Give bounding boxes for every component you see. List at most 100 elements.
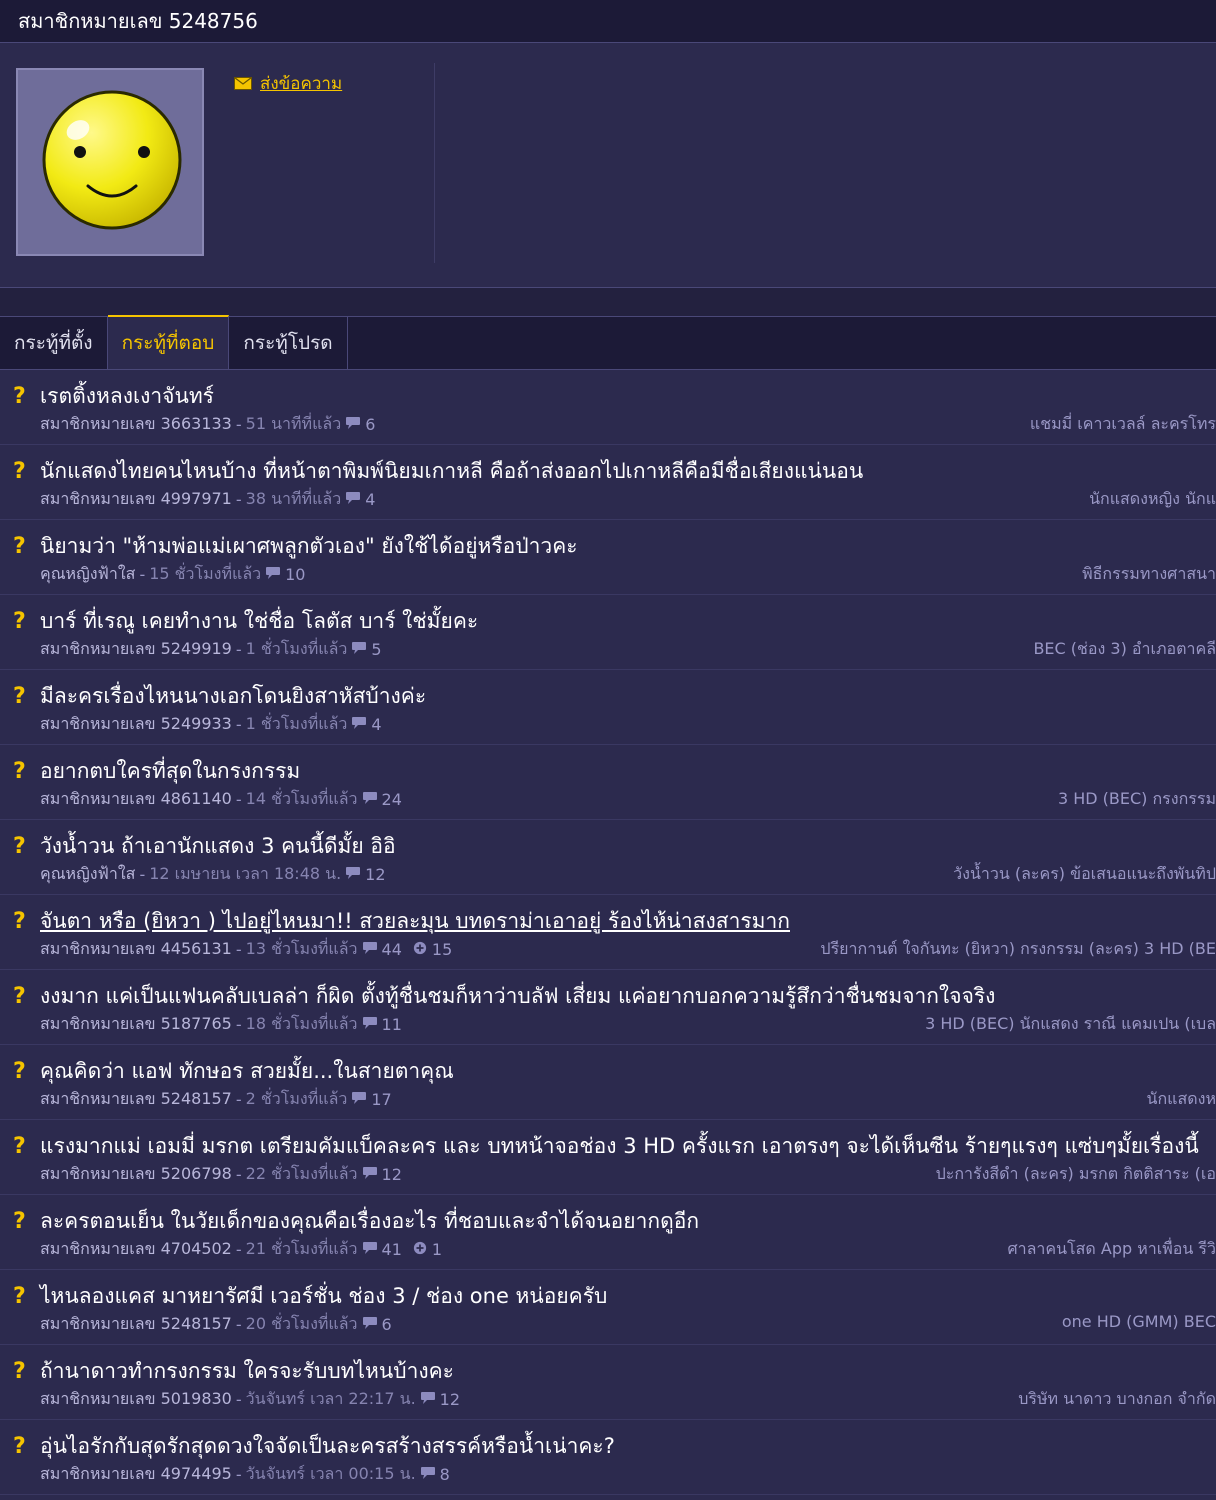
topic-tags[interactable]: 3 HD (BEC) กรงกรรม <box>1058 787 1216 812</box>
comment-count: 12 <box>365 865 386 884</box>
tab-created-topics[interactable]: กระทู้ที่ตั้ง <box>0 317 108 369</box>
topic-author[interactable]: สมาชิกหมายเลข 4974495 <box>40 1462 232 1487</box>
topic-row[interactable]: ? คุณคิดว่า แอฟ ทักษอร สวยมั้ย...ในสายตาค… <box>0 1045 1216 1120</box>
topic-meta: คุณหญิงฟ้าใส -12 เมษายน เวลา 18:48 น. 12 <box>40 862 386 887</box>
topic-author[interactable]: สมาชิกหมายเลข 4704502 <box>40 1237 232 1262</box>
topic-tags[interactable]: 3 HD (BEC) นักแสดง ราณี แคมเปน (เบล <box>925 1012 1216 1037</box>
topic-row[interactable]: ? มีละครเรื่องไหนนางเอกโดนยิงสาหัสบ้างค่ะ… <box>0 670 1216 745</box>
topic-tags[interactable]: ศาลาคนโสด App หาเพื่อน รีวิ <box>1007 1237 1216 1262</box>
topic-author[interactable]: สมาชิกหมายเลข 5248157 <box>40 1312 232 1337</box>
topic-row[interactable]: ? งงมาก แค่เป็นแฟนคลับเบลล่า ก็ผิด ตั้งทู… <box>0 970 1216 1045</box>
topic-row[interactable]: ? อยากตบใครที่สุดในกรงกรรม สมาชิกหมายเลข 4… <box>0 745 1216 820</box>
topic-title[interactable]: นักแสดงไทยคนไหนบ้าง ที่หน้าตาพิมพ์นิยมเก… <box>40 455 863 488</box>
topic-author[interactable]: สมาชิกหมายเลข 4997971 <box>40 487 232 512</box>
topic-author[interactable]: สมาชิกหมายเลข 3663133 <box>40 412 232 437</box>
comment-count: 6 <box>365 415 376 434</box>
topic-tags[interactable]: วังน้ำวน (ละคร) ข้อเสนอแนะถึงพันทิป <box>953 862 1216 887</box>
topic-row[interactable]: ? บาร์ ที่เรณู เคยทำงาน ใช่ชื่อ โลตัส บาร… <box>0 595 1216 670</box>
divider <box>434 63 435 263</box>
topic-author[interactable]: สมาชิกหมายเลข 5206798 <box>40 1162 232 1187</box>
meta-separator: - <box>235 715 242 734</box>
topic-time: 14 ชั่วโมงที่แล้ว <box>245 789 358 808</box>
topic-row[interactable]: ? เรตติ้งหลงเงาจันทร์ สมาชิกหมายเลข 366313… <box>0 370 1216 445</box>
topic-author[interactable]: สมาชิกหมายเลข 5249919 <box>40 637 232 662</box>
topic-author[interactable]: สมาชิกหมายเลข 5187765 <box>40 1012 232 1037</box>
topic-author[interactable]: สมาชิกหมายเลข 5019830 <box>40 1387 232 1412</box>
comment-icon <box>420 1390 436 1409</box>
comment-icon <box>345 490 361 509</box>
topic-time: 1 ชั่วโมงที่แล้ว <box>245 639 348 658</box>
topic-title[interactable]: อยากตบใครที่สุดในกรงกรรม <box>40 755 300 788</box>
comment-count: 12 <box>439 1390 461 1409</box>
topic-time: 1 ชั่วโมงที่แล้ว <box>245 714 348 733</box>
topic-title[interactable]: จันตา หรือ (ยิหวา ) ไปอยู่ไหนมา!! สวยละม… <box>40 905 790 938</box>
send-message-link[interactable]: ส่งข้อความ <box>234 70 342 97</box>
topic-tags[interactable]: BEC (ช่อง 3) อำเภอตาคลี <box>1033 637 1216 662</box>
topic-title[interactable]: อุ่นไอรักกับสุดรักสุดดวงใจจัดเป็นละครสร้… <box>40 1430 615 1463</box>
topic-meta: สมาชิกหมายเลข 4704502-21 ชั่วโมงที่แล้ว 4… <box>40 1237 442 1262</box>
topic-title[interactable]: มีละครเรื่องไหนนางเอกโดนยิงสาหัสบ้างค่ะ <box>40 680 426 713</box>
send-message-label: ส่งข้อความ <box>260 74 343 94</box>
topic-meta: สมาชิกหมายเลข 4456131-13 ชั่วโมงที่แล้ว 4… <box>40 937 452 962</box>
topic-author[interactable]: สมาชิกหมายเลข 4861140 <box>40 787 232 812</box>
topic-row[interactable]: ? ถ้านาดาวทำกรงกรรม ใครจะรับบทไหนบ้างคะ สม… <box>0 1345 1216 1420</box>
topic-title[interactable]: แรงมากแม่ เอมมี่ มรกต เตรียมคัมแบ็คละคร … <box>40 1130 1199 1163</box>
topic-title[interactable]: งงมาก แค่เป็นแฟนคลับเบลล่า ก็ผิด ตั้งทู้… <box>40 980 995 1013</box>
topic-tabs: กระทู้ที่ตั้ง กระทู้ที่ตอบ กระทู้โปรด <box>0 315 1216 370</box>
comment-icon <box>420 1465 436 1484</box>
topic-title[interactable]: คุณคิดว่า แอฟ ทักษอร สวยมั้ย...ในสายตาคุ… <box>40 1055 454 1088</box>
meta-separator: - <box>235 1315 242 1334</box>
topic-author[interactable]: คุณหญิงฟ้าใส <box>40 862 135 887</box>
topic-meta: สมาชิกหมายเลข 5249919-1 ชั่วโมงที่แล้ว 5 <box>40 637 382 662</box>
topic-row[interactable]: ? อุ่นไอรักกับสุดรักสุดดวงใจจัดเป็นละครสร… <box>0 1420 1216 1495</box>
topic-author[interactable]: สมาชิกหมายเลข 5249933 <box>40 712 232 737</box>
comment-count: 11 <box>381 1015 402 1034</box>
topic-row[interactable]: ? นักแสดงไทยคนไหนบ้าง ที่หน้าตาพิมพ์นิยมเ… <box>0 445 1216 520</box>
topic-title[interactable]: วังน้ำวน ถ้าเอานักแสดง 3 คนนี้ดีมั้ย อิอ… <box>40 830 396 863</box>
topic-row[interactable]: ? จันตา หรือ (ยิหวา ) ไปอยู่ไหนมา!! สวยละ… <box>0 895 1216 970</box>
topic-meta: สมาชิกหมายเลข 5248157-2 ชั่วโมงที่แล้ว 17 <box>40 1087 392 1112</box>
topic-tags[interactable]: นักแสดงห <box>1147 1087 1216 1112</box>
topic-row[interactable]: ? แรงมากแม่ เอมมี่ มรกต เตรียมคัมแบ็คละคร… <box>0 1120 1216 1195</box>
comment-count: 6 <box>381 1315 392 1334</box>
topic-meta: สมาชิกหมายเลข 5249933-1 ชั่วโมงที่แล้ว 4 <box>40 712 382 737</box>
topic-tags[interactable]: นักแสดงหญิง นักแ <box>1089 487 1216 512</box>
smiley-avatar-icon <box>42 90 182 230</box>
topic-tags[interactable]: ปรียากานต์ ใจกันทะ (ยิหวา) กรงกรรม (ละคร… <box>820 937 1216 962</box>
topic-tags[interactable]: one HD (GMM) BEC <box>1062 1312 1216 1331</box>
meta-separator: - <box>235 940 242 959</box>
question-icon: ? <box>13 1434 26 1459</box>
topic-row[interactable]: ? ไหนลองแคส มาหยารัศมี เวอร์ชั่น ช่อง 3 /… <box>0 1270 1216 1345</box>
topic-tags[interactable]: ปะการังสีดำ (ละคร) มรกต กิตติสาระ (เอ <box>936 1162 1216 1187</box>
topic-meta: สมาชิกหมายเลข 4974495- วันจันทร์ เวลา 00:… <box>40 1462 450 1487</box>
question-icon: ? <box>13 684 26 709</box>
topic-author[interactable]: สมาชิกหมายเลข 4456131 <box>40 937 232 962</box>
topic-tags[interactable]: แชมมี่ เคาวเวลล์ ละครโทร <box>1030 412 1216 437</box>
topic-row[interactable]: ? วังน้ำวน ถ้าเอานักแสดง 3 คนนี้ดีมั้ย อิ… <box>0 820 1216 895</box>
topic-title[interactable]: ละครตอนเย็น ในวัยเด็กของคุณคือเรื่องอะไร… <box>40 1205 699 1238</box>
vote-plus-icon <box>412 940 428 959</box>
topic-author[interactable]: คุณหญิงฟ้าใส <box>40 562 135 587</box>
comment-icon <box>362 790 378 809</box>
topic-tags[interactable]: พิธีกรรมทางศาสนา <box>1082 562 1216 587</box>
topic-meta: สมาชิกหมายเลข 3663133-51 นาทีที่แล้ว 6 <box>40 412 375 437</box>
topic-time: 12 เมษายน เวลา 18:48 น. <box>149 864 342 883</box>
topic-title[interactable]: ถ้านาดาวทำกรงกรรม ใครจะรับบทไหนบ้างคะ <box>40 1355 454 1388</box>
topic-title[interactable]: เรตติ้งหลงเงาจันทร์ <box>40 380 214 413</box>
tab-replied-topics[interactable]: กระทู้ที่ตอบ <box>107 315 230 369</box>
topic-title[interactable]: บาร์ ที่เรณู เคยทำงาน ใช่ชื่อ โลตัส บาร์… <box>40 605 478 638</box>
page-title: สมาชิกหมายเลข 5248756 <box>18 9 258 33</box>
question-icon: ? <box>13 834 26 859</box>
tab-label: กระทู้โปรด <box>243 332 333 354</box>
topic-title[interactable]: นิยามว่า "ห้ามพ่อแม่เผาศพลูกตัวเอง" ยังใ… <box>40 530 578 563</box>
topic-title[interactable]: ไหนลองแคส มาหยารัศมี เวอร์ชั่น ช่อง 3 / … <box>40 1280 607 1313</box>
meta-separator: - <box>235 1165 242 1184</box>
avatar <box>16 68 204 256</box>
tab-favorite-topics[interactable]: กระทู้โปรด <box>229 317 348 369</box>
topic-tags[interactable]: บริษัท นาดาว บางกอก จำกัด <box>1018 1387 1216 1412</box>
comment-icon <box>362 1015 378 1034</box>
topic-row[interactable]: ? ละครตอนเย็น ในวัยเด็กของคุณคือเรื่องอะไ… <box>0 1195 1216 1270</box>
topic-author[interactable]: สมาชิกหมายเลข 5248157 <box>40 1087 232 1112</box>
topic-row[interactable]: ? นิยามว่า "ห้ามพ่อแม่เผาศพลูกตัวเอง" ยัง… <box>0 520 1216 595</box>
comment-icon <box>265 565 281 584</box>
